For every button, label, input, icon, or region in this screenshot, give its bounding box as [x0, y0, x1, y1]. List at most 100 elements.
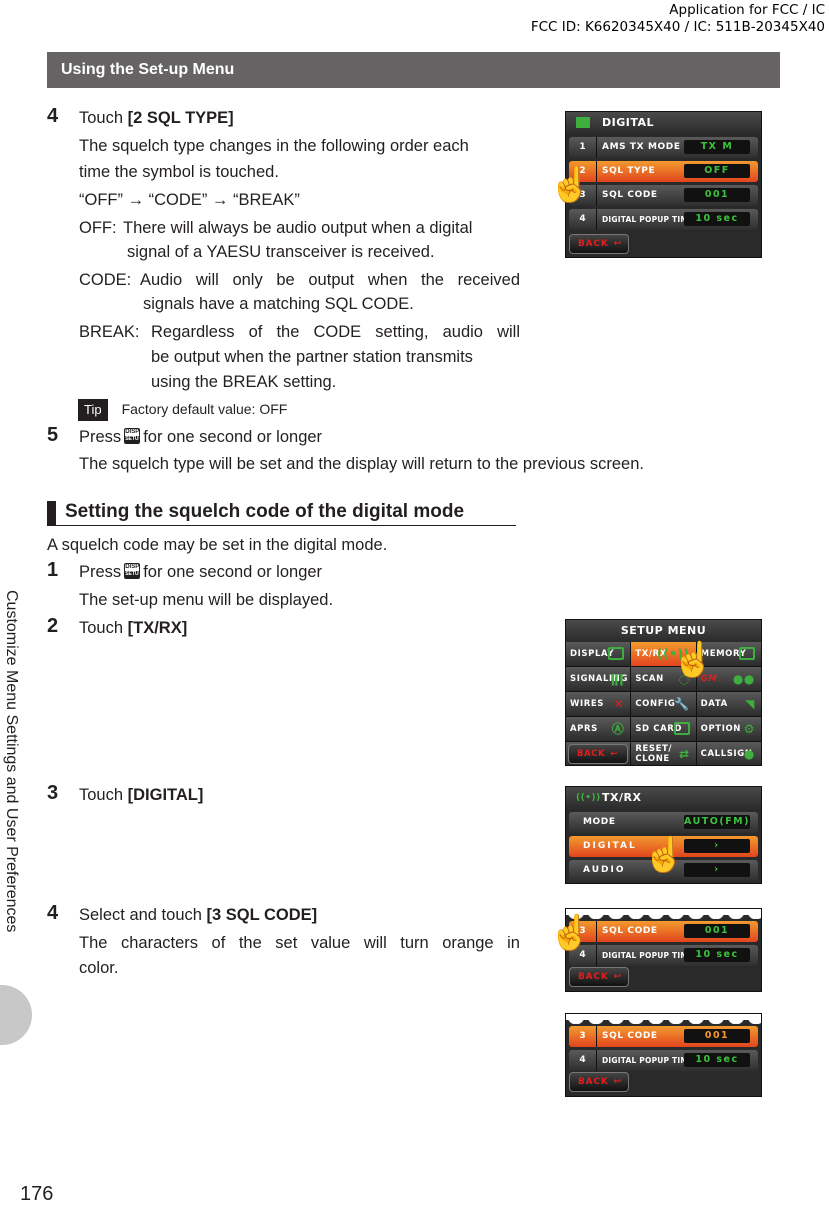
row-label: AMS TX MODE: [602, 142, 681, 152]
person-icon: ●: [743, 747, 755, 761]
step-number: 4: [47, 105, 59, 127]
back-label: BACK: [578, 1077, 609, 1087]
menu-wires[interactable]: WIRES ✕: [566, 692, 631, 716]
row-label: DIGITAL: [583, 841, 637, 851]
cycle-order: “OFF” → “CODE” → “BREAK”: [79, 191, 300, 209]
menu-data[interactable]: DATA ◥: [696, 692, 761, 716]
key-bottom-label: SETUP: [125, 571, 140, 578]
display-icon: [608, 647, 625, 660]
menu-row-digital-popup-time[interactable]: 4 DIGITAL POPUP TIME 10 sec: [569, 209, 758, 230]
screen-header: ((•)) TX/RX: [566, 787, 761, 809]
cell-label-2: CLONE: [635, 754, 670, 764]
row-label: DIGITAL POPUP TIME: [602, 951, 694, 960]
back-button[interactable]: BACK ↩: [569, 1072, 629, 1092]
step-target: [3 SQL CODE]: [206, 906, 318, 924]
menu-signaling[interactable]: SIGNALING ǁǀ: [566, 667, 631, 691]
cell-label: APRS: [570, 724, 598, 734]
row-value: 10 sec: [684, 1053, 750, 1067]
menu-row-sql-type[interactable]: 2 SQL TYPE OFF: [569, 161, 758, 182]
menu-callsign[interactable]: CALLSIGN ●: [696, 742, 761, 765]
back-button[interactable]: BACK ↩: [569, 234, 629, 254]
menu-row-sql-code[interactable]: 3 SQL CODE 001: [569, 921, 758, 942]
menu-reset-clone[interactable]: RESET/CLONE ⇄: [631, 742, 696, 765]
tip-text: Factory default value: OFF: [121, 401, 288, 417]
desc-line: The squelch type changes in the followin…: [79, 137, 469, 155]
heading-marker: [47, 501, 56, 525]
digital-icon: [576, 117, 590, 128]
back-arrow-icon: ↩: [610, 749, 619, 759]
desc-line: The squelch type will be set and the dis…: [79, 455, 644, 473]
cell-label: SCAN: [635, 674, 664, 684]
cell-label: WIRES: [570, 699, 605, 709]
menu-row-mode[interactable]: MODE AUTO(FM): [569, 812, 758, 833]
desc-line: color.: [79, 959, 119, 977]
menu-row-digital-popup-time[interactable]: 4 DIGITAL POPUP TIME 10 sec: [569, 945, 758, 966]
cell-label: OPTION: [700, 724, 742, 734]
back-label: BACK: [578, 972, 609, 982]
break-desc: Regardless of the CODE setting, audio wi…: [151, 323, 520, 341]
step-suffix: for one second or longer: [143, 563, 323, 581]
menu-config[interactable]: CONFIG 🔧: [631, 692, 696, 716]
menu-aprs[interactable]: APRS Ⓐ: [566, 717, 631, 741]
disp-setup-key-icon: DISPSETUP: [124, 428, 141, 444]
step-target: [2 SQL TYPE]: [127, 109, 234, 127]
menu-row-sql-code[interactable]: 3 SQL CODE 001: [569, 1026, 758, 1047]
key-bottom-label: SETUP: [125, 436, 140, 443]
step-target: [TX/RX]: [127, 619, 188, 637]
step-number: 1: [47, 559, 59, 581]
row-label: DIGITAL POPUP TIME: [602, 215, 694, 224]
step-instruction: Touch [2 SQL TYPE]: [79, 108, 234, 128]
code-desc: signals have a matching SQL CODE.: [143, 295, 414, 313]
chevron-right-icon: ›: [684, 863, 750, 877]
code-desc: Audio will only be output when the recei…: [140, 271, 520, 289]
row-label: SQL CODE: [602, 926, 658, 936]
step-prefix: Touch: [79, 109, 128, 127]
back-button[interactable]: BACK ↩: [569, 967, 629, 987]
row-number: 4: [569, 209, 597, 230]
off-desc: There will always be audio output when a…: [123, 219, 473, 237]
group-icon: ●●: [732, 672, 755, 686]
wifi-icon: ◥: [745, 697, 755, 711]
touch-hand-icon: ☝: [671, 641, 715, 679]
back-arrow-icon: ↩: [613, 972, 622, 982]
key-top-label: DISP: [125, 564, 140, 570]
back-label: BACK: [577, 749, 606, 759]
antenna-icon: ((•)): [576, 793, 601, 803]
step-instruction: PressDISPSETUPfor one second or longer: [79, 562, 322, 582]
chapter-title: Customize Menu Settings and User Prefere…: [3, 590, 20, 933]
step-instruction: Touch [TX/RX]: [79, 618, 187, 638]
menu-row-sql-code[interactable]: 3 SQL CODE 001: [569, 185, 758, 206]
row-label: SQL CODE: [602, 1031, 658, 1041]
fcc-header: Application for FCC / IC FCC ID: K662034…: [531, 2, 825, 36]
sql-code-screen-editing: 3 SQL CODE 001 4 DIGITAL POPUP TIME 10 sec B…: [565, 1013, 762, 1097]
menu-sd-card[interactable]: SD CARD: [631, 717, 696, 741]
back-label: BACK: [578, 239, 609, 249]
menu-option[interactable]: OPTION ⚙: [696, 717, 761, 741]
menu-display[interactable]: DISPLAY: [566, 642, 631, 666]
digital-menu-screen: DIGITAL 1 AMS TX MODE TX M 2 SQL TYPE OFF 3S…: [565, 111, 762, 258]
break-desc: be output when the partner station trans…: [151, 348, 473, 366]
menu-row-ams-tx-mode[interactable]: 1 AMS TX MODE TX M: [569, 137, 758, 158]
subsection-title: Setting the squelch code of the digital …: [65, 501, 465, 522]
key-top-label: DISP: [125, 429, 140, 435]
screen-title: SETUP MENU: [620, 624, 707, 637]
row-value: 001: [684, 1029, 750, 1043]
desc-line: The characters of the set value will tur…: [79, 934, 520, 952]
menu-row-digital-popup-time[interactable]: 4 DIGITAL POPUP TIME 10 sec: [569, 1050, 758, 1071]
wrench-icon: 🔧: [674, 697, 690, 711]
break-desc: using the BREAK setting.: [151, 373, 337, 391]
cell-label: DATA: [700, 699, 728, 709]
step-number: 2: [47, 615, 59, 637]
row-label: SQL TYPE: [602, 166, 656, 176]
back-button[interactable]: BACK ↩: [566, 742, 631, 765]
cell-label: CONFIG: [635, 699, 676, 709]
signal-bars-icon: ǁǀ: [610, 672, 625, 686]
cut-edge: [566, 1014, 761, 1024]
touch-hand-icon: ☝: [548, 166, 592, 204]
fcc-line-2: FCC ID: K6620345X40 / IC: 511B-20345X40: [530, 19, 825, 35]
wires-icon: ✕: [613, 697, 625, 711]
row-label: DIGITAL POPUP TIME: [602, 1056, 694, 1065]
aprs-icon: Ⓐ: [611, 722, 625, 736]
setup-menu-grid: DISPLAY TX/RX ((•)) MEMORY SIGNALING ǁǀ SC…: [566, 642, 761, 765]
back-arrow-icon: ↩: [613, 1077, 622, 1087]
